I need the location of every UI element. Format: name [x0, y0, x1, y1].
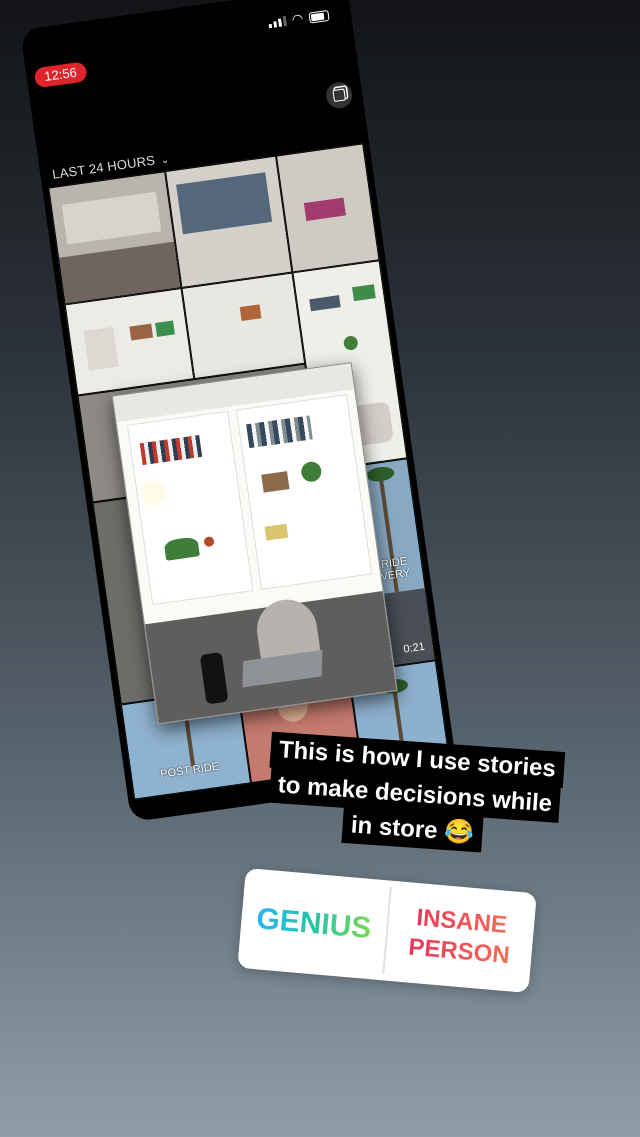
grid-thumbnail[interactable] [165, 155, 293, 289]
grid-thumbnail[interactable] [48, 171, 182, 305]
status-bar: 12:56 ◠ [20, 0, 355, 89]
story-caption: This is how I use stories to make decisi… [227, 730, 603, 860]
selected-photo-preview[interactable] [111, 362, 398, 725]
status-time: 12:56 [33, 61, 88, 89]
grid-thumbnail[interactable] [181, 272, 306, 380]
poll-sticker: GENIUS INSANE PERSON [237, 868, 537, 994]
grid-thumbnail[interactable] [275, 143, 380, 273]
battery-icon [308, 9, 330, 24]
chevron-down-icon: ⌄ [160, 154, 171, 167]
multi-select-icon[interactable] [324, 80, 354, 110]
phone-screen: 12:56 ◠ LAST 24 HOURS ⌄ RIDE 0:21 POST R… [20, 0, 459, 823]
grid-thumbnail[interactable] [64, 288, 195, 396]
signal-icon [267, 15, 287, 29]
wifi-icon: ◠ [290, 10, 305, 27]
status-icons: ◠ [267, 7, 330, 31]
poll-option-insane-person[interactable]: INSANE PERSON [384, 881, 537, 993]
poll-option-label: GENIUS [255, 902, 373, 946]
poll-option-genius[interactable]: GENIUS [237, 868, 390, 980]
